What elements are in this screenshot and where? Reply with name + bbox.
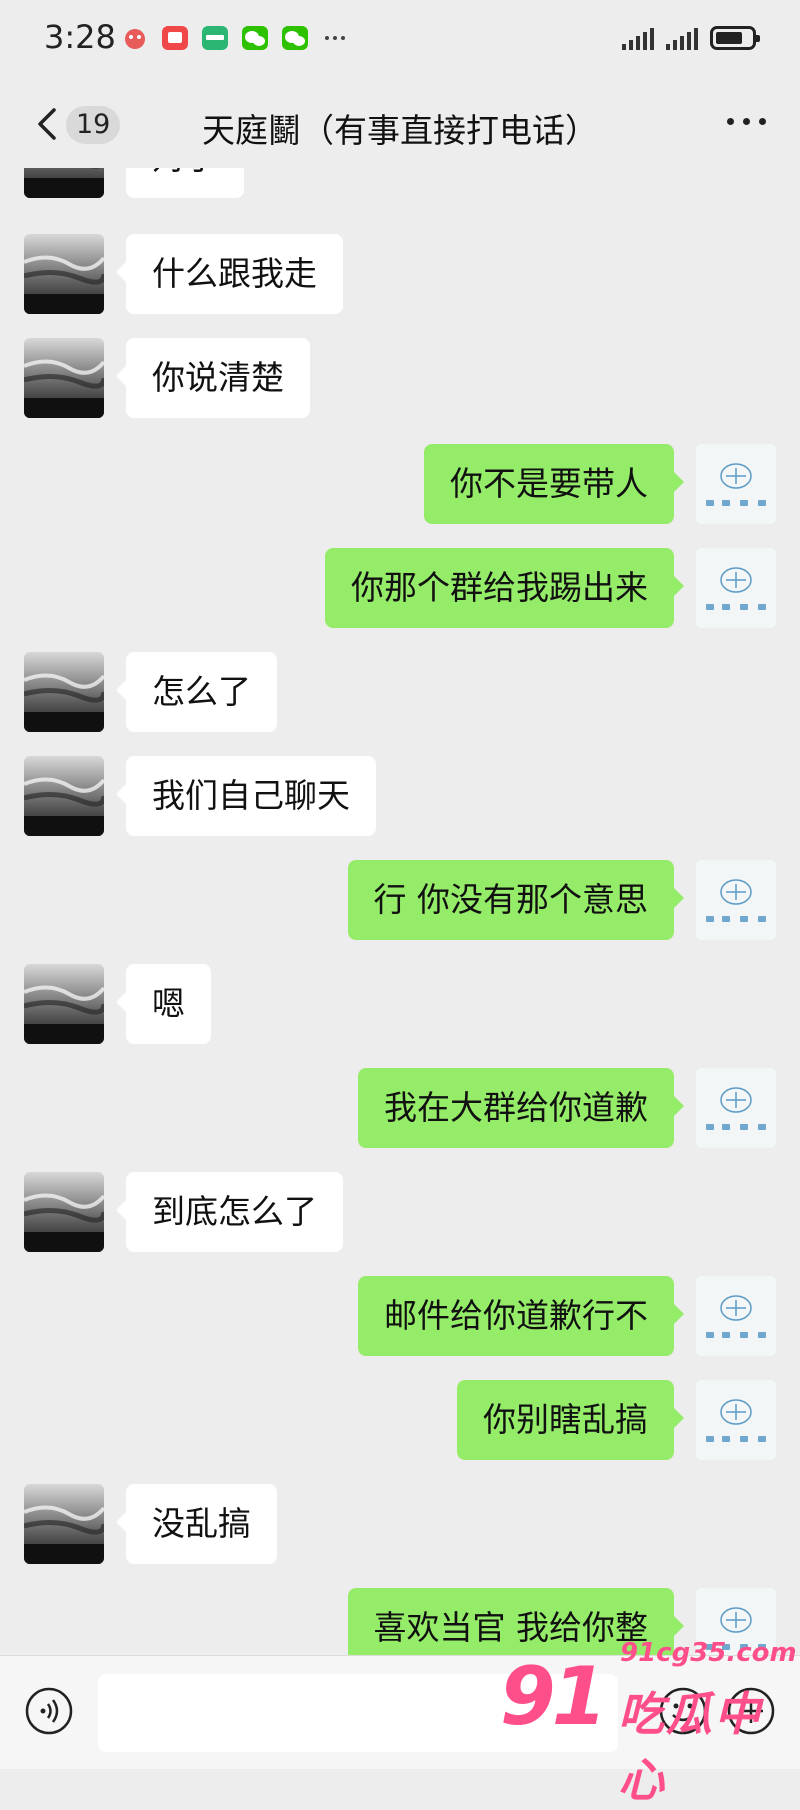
incoming-message-bubble[interactable]: 到底怎么了 xyxy=(116,1172,343,1252)
my-avatar[interactable] xyxy=(696,860,776,940)
outgoing-message-bubble[interactable]: 喜欢当官 我给你整 xyxy=(347,1588,684,1655)
my-avatar[interactable] xyxy=(696,444,776,524)
status-bar: 3:28 xyxy=(0,0,800,80)
my-avatar[interactable] xyxy=(696,548,776,628)
my-avatar[interactable] xyxy=(696,1588,776,1655)
chat-header: 19 天庭鬭（有事直接打电话） xyxy=(0,80,800,170)
wechat-icon xyxy=(282,26,308,50)
green-app-icon xyxy=(202,26,228,50)
contact-avatar[interactable] xyxy=(24,756,104,836)
signal-icon xyxy=(666,26,698,50)
my-avatar[interactable] xyxy=(696,1068,776,1148)
outgoing-message-bubble[interactable]: 邮件给你道歉行不 xyxy=(358,1276,684,1356)
contact-avatar[interactable] xyxy=(24,168,104,198)
contact-avatar[interactable] xyxy=(24,1484,104,1564)
outgoing-message-bubble[interactable]: 你不是要带人 xyxy=(424,444,684,524)
contact-avatar[interactable] xyxy=(24,234,104,314)
incoming-message-bubble[interactable]: 没乱搞 xyxy=(116,1484,277,1564)
contact-avatar[interactable] xyxy=(24,1172,104,1252)
contact-avatar[interactable] xyxy=(24,652,104,732)
notification-icons xyxy=(120,24,350,52)
incoming-message-bubble[interactable]: 对了 xyxy=(126,168,244,198)
chat-title: 天庭鬭（有事直接打电话） xyxy=(202,111,598,150)
incoming-message-bubble[interactable]: 嗯 xyxy=(116,964,211,1044)
my-avatar[interactable] xyxy=(696,1276,776,1356)
input-bar xyxy=(0,1655,800,1769)
incoming-message-bubble[interactable]: 什么跟我走 xyxy=(116,234,343,314)
outgoing-message-bubble[interactable]: 你那个群给我踢出来 xyxy=(325,548,684,628)
message-input[interactable] xyxy=(98,1674,618,1752)
more-options-icon[interactable] xyxy=(727,118,766,125)
wechat-icon xyxy=(242,26,268,50)
outgoing-message-bubble[interactable]: 行 你没有那个意思 xyxy=(347,860,684,940)
incoming-message-bubble[interactable]: 你说清楚 xyxy=(116,338,310,418)
contact-avatar[interactable] xyxy=(24,964,104,1044)
emoji-icon[interactable] xyxy=(658,1686,708,1736)
voice-input-icon[interactable] xyxy=(24,1686,74,1736)
incoming-message-bubble[interactable]: 我们自己聊天 xyxy=(116,756,376,836)
outgoing-message-bubble[interactable]: 你别瞎乱搞 xyxy=(457,1380,684,1460)
more-notifications-icon xyxy=(325,36,345,40)
my-avatar[interactable] xyxy=(696,1380,776,1460)
red-app-icon xyxy=(162,26,188,50)
incoming-message-bubble[interactable]: 怎么了 xyxy=(116,652,277,732)
battery-icon xyxy=(710,26,760,50)
signal-icon xyxy=(622,26,654,50)
status-time: 3:28 xyxy=(44,18,116,56)
add-attachment-icon[interactable] xyxy=(726,1686,776,1736)
app-notification-icon xyxy=(125,29,145,49)
message-list[interactable]: 对了 什么跟我走 你说清楚 你不是要带人 你那个群给我踢出来 怎么了 我们自己聊… xyxy=(0,168,800,1655)
contact-avatar[interactable] xyxy=(24,338,104,418)
outgoing-message-bubble[interactable]: 我在大群给你道歉 xyxy=(358,1068,684,1148)
